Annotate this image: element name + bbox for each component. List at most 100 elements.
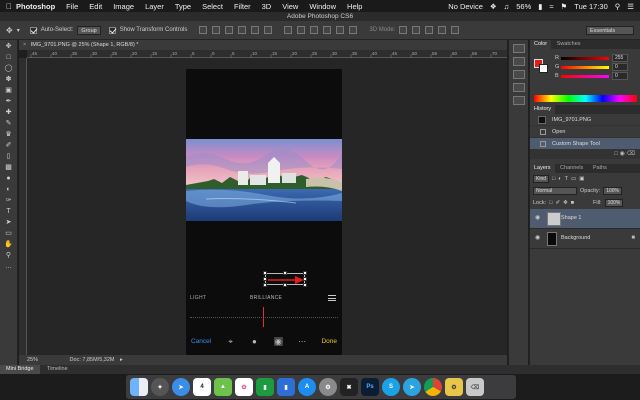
gradient-tool-icon[interactable]: ▩ bbox=[3, 162, 15, 172]
r-slider[interactable] bbox=[561, 57, 609, 60]
apple-menu-icon[interactable]:  bbox=[6, 2, 16, 11]
3d-roll-icon[interactable] bbox=[412, 26, 421, 34]
distribute-left-icon[interactable] bbox=[323, 26, 332, 34]
battery-icon[interactable]: ▮ bbox=[538, 2, 542, 11]
healing-brush-tool-icon[interactable]: ✚ bbox=[3, 107, 15, 117]
filter-type-icon[interactable]: T bbox=[565, 176, 568, 182]
align-left-icon[interactable] bbox=[238, 26, 247, 34]
quick-select-tool-icon[interactable]: ✽ bbox=[3, 74, 15, 84]
info-panel-icon[interactable] bbox=[512, 96, 525, 105]
system-preferences-icon[interactable]: ⚙ bbox=[319, 378, 337, 396]
camera-icon[interactable]: ◉ bbox=[620, 151, 625, 157]
safari-icon[interactable]: ➤ bbox=[172, 378, 190, 396]
type-tool-icon[interactable]: T bbox=[3, 206, 15, 216]
visibility-eye-icon[interactable]: ◉ bbox=[535, 215, 542, 222]
app-store-icon[interactable]: A bbox=[298, 378, 316, 396]
distribute-bottom-icon[interactable] bbox=[310, 26, 319, 34]
flag-icon[interactable]: ⚑ bbox=[561, 2, 568, 11]
trash-icon[interactable]: ⌫ bbox=[466, 378, 484, 396]
menu-file[interactable]: File bbox=[66, 2, 78, 11]
transform-handle-tm[interactable] bbox=[283, 271, 287, 275]
filter-pixel-icon[interactable]: □ bbox=[552, 176, 555, 182]
launchpad-icon[interactable]: ✦ bbox=[151, 378, 169, 396]
auto-select-dropdown[interactable]: Group bbox=[77, 25, 101, 35]
menu-select[interactable]: Select bbox=[202, 2, 223, 11]
new-document-icon[interactable]: □ bbox=[614, 151, 618, 157]
tab-history[interactable]: History bbox=[530, 105, 556, 114]
tab-channels[interactable]: Channels bbox=[556, 164, 587, 173]
zoom-level[interactable]: 25% bbox=[27, 357, 38, 363]
lock-position-icon[interactable]: ✥ bbox=[563, 200, 568, 206]
transform-handle-ml[interactable] bbox=[263, 277, 267, 281]
history-snapshot[interactable]: IMG_9701.PNG bbox=[530, 114, 640, 126]
filter-adjust-icon[interactable]: ◐ bbox=[558, 176, 561, 182]
filter-shape-icon[interactable]: ▭ bbox=[571, 176, 576, 182]
r-value[interactable]: 255 bbox=[612, 54, 628, 62]
menu-filter[interactable]: Filter bbox=[234, 2, 251, 11]
auto-select-checkbox[interactable] bbox=[29, 26, 37, 34]
shape-transform-box[interactable] bbox=[263, 271, 307, 287]
move-tool-icon[interactable]: ✥ bbox=[3, 41, 15, 51]
trash-icon[interactable]: ⌫ bbox=[627, 151, 635, 157]
x-icon[interactable]: ✖ bbox=[340, 378, 358, 396]
fill-field[interactable]: 100% bbox=[604, 199, 624, 207]
keynote-icon[interactable]: ▮ bbox=[277, 378, 295, 396]
tool-preset-dropdown[interactable]: ▾ bbox=[17, 27, 20, 34]
photoshop-icon[interactable]: Ps bbox=[361, 378, 379, 396]
menu-type[interactable]: Type bbox=[175, 2, 191, 11]
menu-view[interactable]: View bbox=[282, 2, 298, 11]
transform-handle-mr[interactable] bbox=[303, 277, 307, 281]
3d-slide-icon[interactable] bbox=[438, 26, 447, 34]
blur-tool-icon[interactable]: ● bbox=[3, 173, 15, 183]
brush-tool-icon[interactable]: ✎ bbox=[3, 118, 15, 128]
align-middle-icon[interactable] bbox=[212, 26, 221, 34]
history-brush-tool-icon[interactable]: ✐ bbox=[3, 140, 15, 150]
align-center-icon[interactable] bbox=[251, 26, 260, 34]
search-icon[interactable]: ⚲ bbox=[615, 2, 621, 11]
lasso-tool-icon[interactable]: ◯ bbox=[3, 63, 15, 73]
menu-layer[interactable]: Layer bbox=[145, 2, 164, 11]
history-panel-icon[interactable] bbox=[512, 44, 525, 53]
g-slider[interactable] bbox=[561, 66, 609, 69]
chrome-icon[interactable] bbox=[424, 378, 442, 396]
distribute-center-icon[interactable] bbox=[336, 26, 345, 34]
move-tool-icon[interactable]: ✥ bbox=[6, 26, 13, 35]
ruler-left[interactable] bbox=[19, 58, 27, 355]
ruler-top[interactable]: 45 40 35 30 25 20 15 10 5 0 5 10 15 20 25 30 35 40 45 50 55 6… bbox=[27, 50, 507, 58]
align-bottom-icon[interactable] bbox=[225, 26, 234, 34]
distribute-middle-icon[interactable] bbox=[297, 26, 306, 34]
layer-kind-filter[interactable]: Kind bbox=[533, 175, 550, 183]
battery-percent[interactable]: 56% bbox=[516, 2, 531, 11]
doc-size[interactable]: Doc: 7,85M/5,32M bbox=[70, 357, 115, 363]
clock[interactable]: Tue 17:30 bbox=[574, 2, 608, 11]
lock-pixels-icon[interactable]: □ bbox=[549, 200, 552, 206]
document-tab[interactable]: × IMG_9701.PNG @ 25% (Shape 1, RGB/8) * bbox=[19, 40, 507, 50]
tab-mini-bridge[interactable]: Mini Bridge bbox=[0, 365, 40, 374]
tab-swatches[interactable]: Swatches bbox=[553, 40, 585, 49]
align-top-icon[interactable] bbox=[199, 26, 208, 34]
telegram-icon[interactable]: ➤ bbox=[403, 378, 421, 396]
transform-handle-bm[interactable] bbox=[283, 283, 287, 287]
numbers-icon[interactable]: ▮ bbox=[256, 378, 274, 396]
hand-tool-icon[interactable]: ✋ bbox=[3, 239, 15, 249]
history-step[interactable]: Custom Shape Tool bbox=[530, 138, 640, 150]
pen-tool-icon[interactable]: ✑ bbox=[3, 195, 15, 205]
history-step[interactable]: Open bbox=[530, 126, 640, 138]
close-tab-icon[interactable]: × bbox=[23, 42, 26, 48]
b-slider[interactable] bbox=[561, 75, 609, 78]
b-value[interactable]: 0 bbox=[612, 72, 628, 80]
actions-panel-icon[interactable] bbox=[512, 57, 525, 66]
zoom-tool-icon[interactable]: ⚲ bbox=[3, 250, 15, 260]
transform-handle-tl[interactable] bbox=[263, 271, 267, 275]
align-right-icon[interactable] bbox=[264, 26, 273, 34]
menu-list-icon[interactable]: ☰ bbox=[627, 2, 634, 11]
menu-window[interactable]: Window bbox=[309, 2, 336, 11]
marquee-tool-icon[interactable]: □ bbox=[3, 52, 15, 62]
skype-icon[interactable]: S bbox=[382, 378, 400, 396]
status-menu-icon[interactable]: ▸ bbox=[120, 357, 123, 363]
finder-icon[interactable] bbox=[130, 378, 148, 396]
3d-scale-icon[interactable] bbox=[451, 26, 460, 34]
menu-edit[interactable]: Edit bbox=[89, 2, 102, 11]
show-transform-checkbox[interactable] bbox=[108, 26, 116, 34]
distribute-top-icon[interactable] bbox=[284, 26, 293, 34]
